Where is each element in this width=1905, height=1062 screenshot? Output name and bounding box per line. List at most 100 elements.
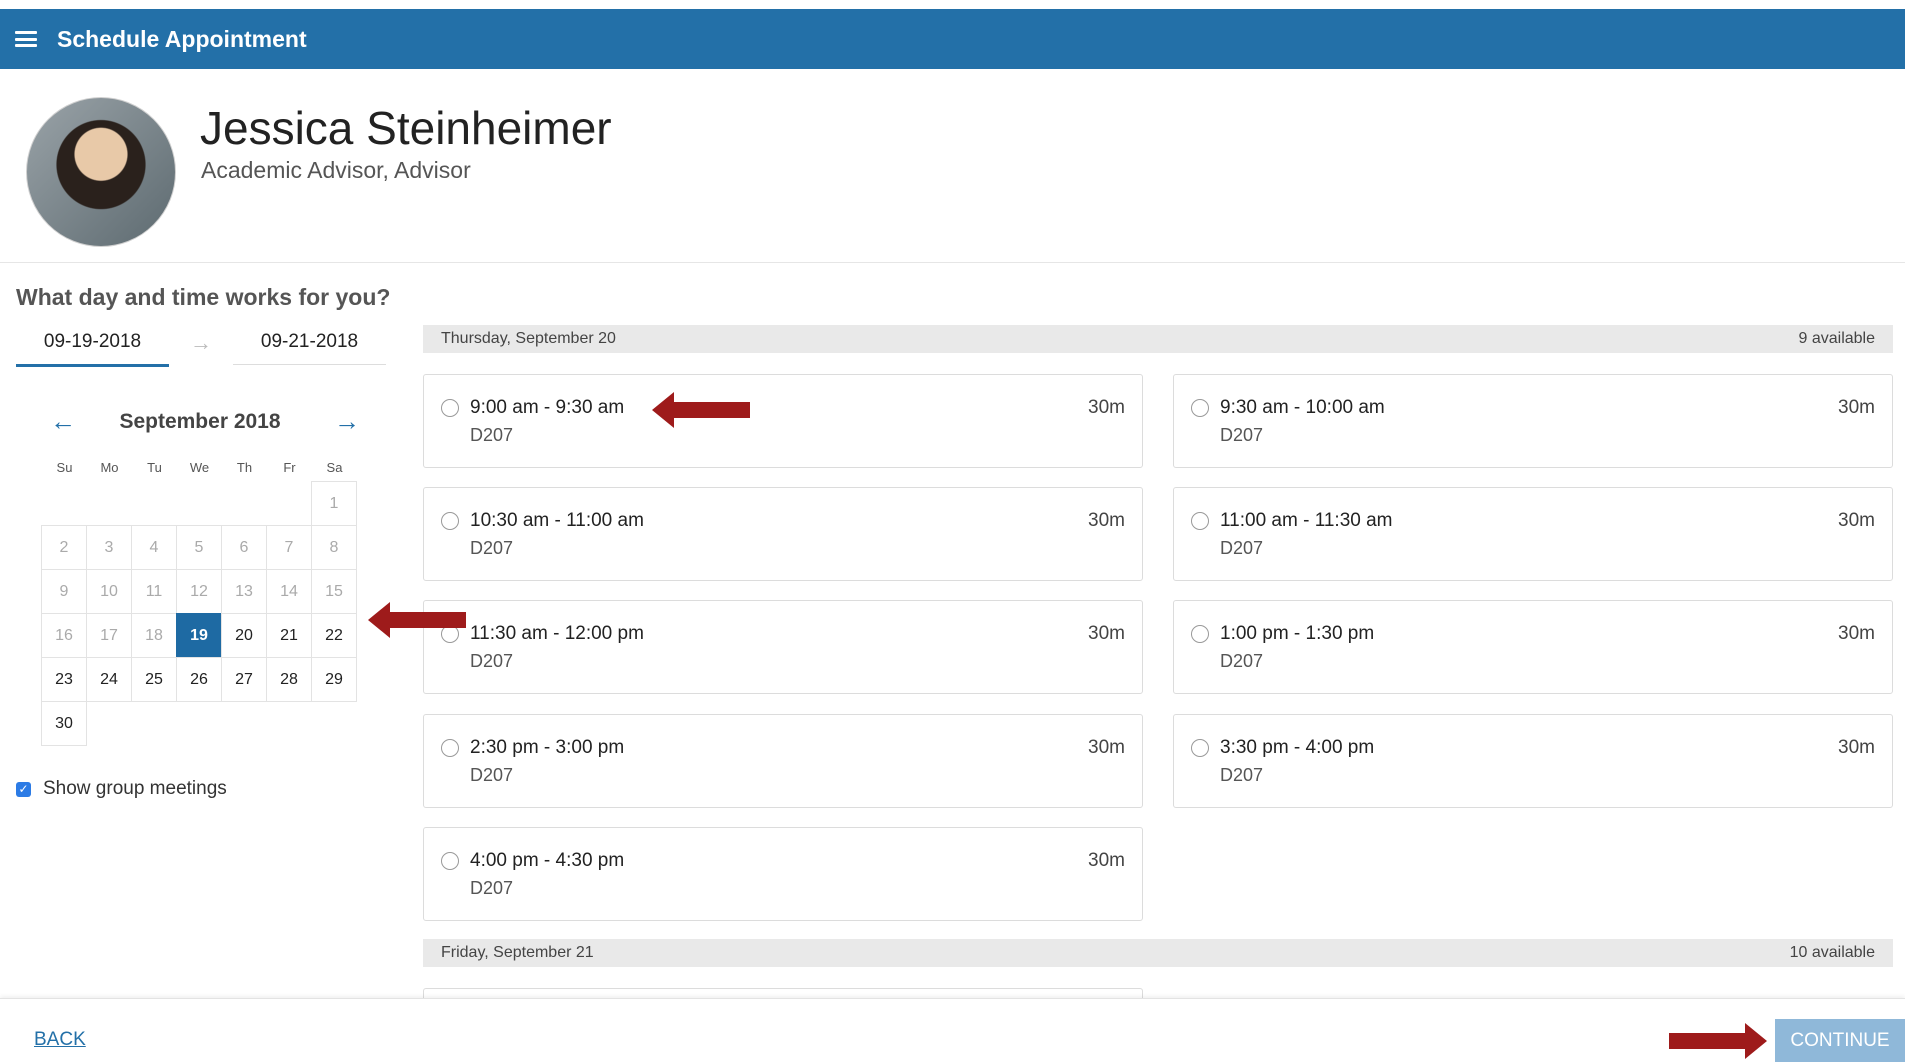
time-slot[interactable]: 11:00 am - 11:30 am D207 30m bbox=[1173, 487, 1893, 581]
calendar-day: 2 bbox=[41, 525, 87, 570]
continue-button[interactable]: CONTINUE bbox=[1775, 1019, 1905, 1062]
calendar-day[interactable]: 22 bbox=[311, 613, 357, 658]
menu-icon[interactable] bbox=[15, 31, 37, 47]
calendar-day: 16 bbox=[41, 613, 87, 658]
date-from-field[interactable]: 09-19-2018 bbox=[16, 320, 169, 367]
calendar-day[interactable]: 23 bbox=[41, 657, 87, 702]
available-count: 10 available bbox=[1789, 944, 1875, 961]
slot-duration: 30m bbox=[1088, 850, 1125, 871]
slot-duration: 30m bbox=[1838, 397, 1875, 418]
calendar-day: 7 bbox=[266, 525, 312, 570]
slot-duration: 30m bbox=[1088, 623, 1125, 644]
advisor-role: Academic Advisor, Advisor bbox=[201, 157, 471, 183]
calendar-day: 17 bbox=[86, 613, 132, 658]
radio-button[interactable] bbox=[1191, 625, 1209, 643]
day-label: Friday, September 21 bbox=[441, 944, 594, 961]
calendar-day[interactable]: 28 bbox=[266, 657, 312, 702]
slot-room: D207 bbox=[470, 878, 514, 898]
calendar-day[interactable]: 27 bbox=[221, 657, 267, 702]
calendar-day[interactable]: 24 bbox=[86, 657, 132, 702]
time-slot[interactable]: 9:30 am - 10:00 am D207 30m bbox=[1173, 374, 1893, 468]
back-link[interactable]: BACK bbox=[34, 1029, 86, 1051]
calendar-header: September 2018 ← → bbox=[40, 406, 360, 440]
calendar-day: 18 bbox=[131, 613, 177, 658]
previous-month-icon[interactable]: ← bbox=[50, 406, 76, 437]
time-slot[interactable]: 3:30 pm - 4:00 pm D207 30m bbox=[1173, 714, 1893, 808]
annotation-arrow-icon bbox=[368, 602, 466, 638]
radio-button[interactable] bbox=[1191, 399, 1209, 417]
weekday-label: Th bbox=[236, 460, 253, 475]
slot-time: 11:00 am - 11:30 am bbox=[1220, 510, 1393, 531]
weekday-label: Sa bbox=[326, 460, 343, 475]
time-slot[interactable]: 9:00 am - 9:30 am D207 30m bbox=[423, 374, 1143, 468]
slot-room: D207 bbox=[470, 425, 514, 445]
calendar-day: 9 bbox=[41, 569, 87, 614]
radio-button[interactable] bbox=[1191, 512, 1209, 530]
calendar-empty-cell bbox=[131, 481, 177, 526]
weekday-label: Mo bbox=[100, 460, 119, 475]
calendar-day: 14 bbox=[266, 569, 312, 614]
slot-time: 2:30 pm - 3:00 pm bbox=[470, 737, 625, 758]
section-question: What day and time works for you? bbox=[16, 284, 391, 310]
arrow-right-icon: → bbox=[190, 330, 212, 355]
day-header-thursday: Thursday, September 20 9 available bbox=[423, 325, 1893, 353]
calendar-day[interactable]: 29 bbox=[311, 657, 357, 702]
time-slot[interactable]: 1:00 pm - 1:30 pm D207 30m bbox=[1173, 600, 1893, 694]
calendar-grid: 1 2 3 4 5 6 7 8 9 10 11 12 13 14 15 16 17 18 19 20 21 22 23 24 2… bbox=[41, 481, 357, 746]
radio-button[interactable] bbox=[1191, 739, 1209, 757]
radio-button[interactable] bbox=[441, 739, 459, 757]
advisor-name: Jessica Steinheimer bbox=[200, 102, 612, 154]
footer-bar: BACK CONTINUE bbox=[0, 998, 1905, 1062]
calendar-day[interactable]: 25 bbox=[131, 657, 177, 702]
slot-time: 10:30 am - 11:00 am bbox=[470, 510, 644, 531]
calendar-day: 4 bbox=[131, 525, 177, 570]
radio-button[interactable] bbox=[441, 512, 459, 530]
radio-button[interactable] bbox=[441, 399, 459, 417]
calendar-day[interactable]: 20 bbox=[221, 613, 267, 658]
slot-time: 3:30 pm - 4:00 pm bbox=[1220, 737, 1375, 758]
show-group-meetings-label: Show group meetings bbox=[43, 778, 227, 799]
radio-button[interactable] bbox=[441, 852, 459, 870]
weekday-label: We bbox=[189, 460, 210, 475]
top-strip bbox=[0, 0, 1905, 9]
calendar-empty-cell bbox=[176, 481, 222, 526]
show-group-meetings[interactable]: ✓ Show group meetings bbox=[16, 778, 227, 800]
weekday-label: Tu bbox=[147, 460, 162, 475]
next-month-icon[interactable]: → bbox=[334, 406, 360, 437]
available-count: 9 available bbox=[1798, 330, 1876, 347]
calendar-weekdays: Su Mo Tu We Th Fr Sa bbox=[42, 460, 357, 475]
slot-room: D207 bbox=[470, 765, 514, 785]
date-to-field[interactable]: 09-21-2018 bbox=[233, 320, 386, 365]
weekday-label: Su bbox=[56, 460, 73, 475]
slot-time: 11:30 am - 12:00 pm bbox=[470, 623, 644, 644]
calendar-day[interactable]: 19 bbox=[176, 613, 222, 658]
calendar-day: 5 bbox=[176, 525, 222, 570]
slot-time: 1:00 pm - 1:30 pm bbox=[1220, 623, 1375, 644]
slot-room: D207 bbox=[1220, 538, 1264, 558]
calendar-month: September 2018 bbox=[119, 410, 281, 433]
calendar-empty-cell bbox=[221, 481, 267, 526]
checkbox-checked-icon[interactable]: ✓ bbox=[16, 781, 31, 797]
slot-time: 4:00 pm - 4:30 pm bbox=[470, 850, 625, 871]
time-slot[interactable]: 4:00 pm - 4:30 pm D207 30m bbox=[423, 827, 1143, 921]
slot-room: D207 bbox=[1220, 765, 1264, 785]
slot-room: D207 bbox=[470, 538, 514, 558]
annotation-arrow-icon bbox=[652, 392, 750, 428]
calendar-day: 6 bbox=[221, 525, 267, 570]
calendar-day: 1 bbox=[311, 481, 357, 526]
calendar-day[interactable]: 26 bbox=[176, 657, 222, 702]
slot-duration: 30m bbox=[1838, 737, 1875, 758]
avatar bbox=[26, 97, 176, 247]
time-slot[interactable]: 10:30 am - 11:00 am D207 30m bbox=[423, 487, 1143, 581]
slot-room: D207 bbox=[1220, 651, 1264, 671]
day-label: Thursday, September 20 bbox=[441, 330, 616, 347]
calendar-empty-cell bbox=[86, 481, 132, 526]
calendar-day[interactable]: 30 bbox=[41, 701, 87, 746]
time-slot[interactable]: 2:30 pm - 3:00 pm D207 30m bbox=[423, 714, 1143, 808]
weekday-label: Fr bbox=[283, 460, 296, 475]
calendar-day[interactable]: 21 bbox=[266, 613, 312, 658]
slot-duration: 30m bbox=[1088, 397, 1125, 418]
slot-duration: 30m bbox=[1838, 623, 1875, 644]
annotation-arrow-icon bbox=[1669, 1023, 1767, 1059]
time-slot[interactable]: 11:30 am - 12:00 pm D207 30m bbox=[423, 600, 1143, 694]
